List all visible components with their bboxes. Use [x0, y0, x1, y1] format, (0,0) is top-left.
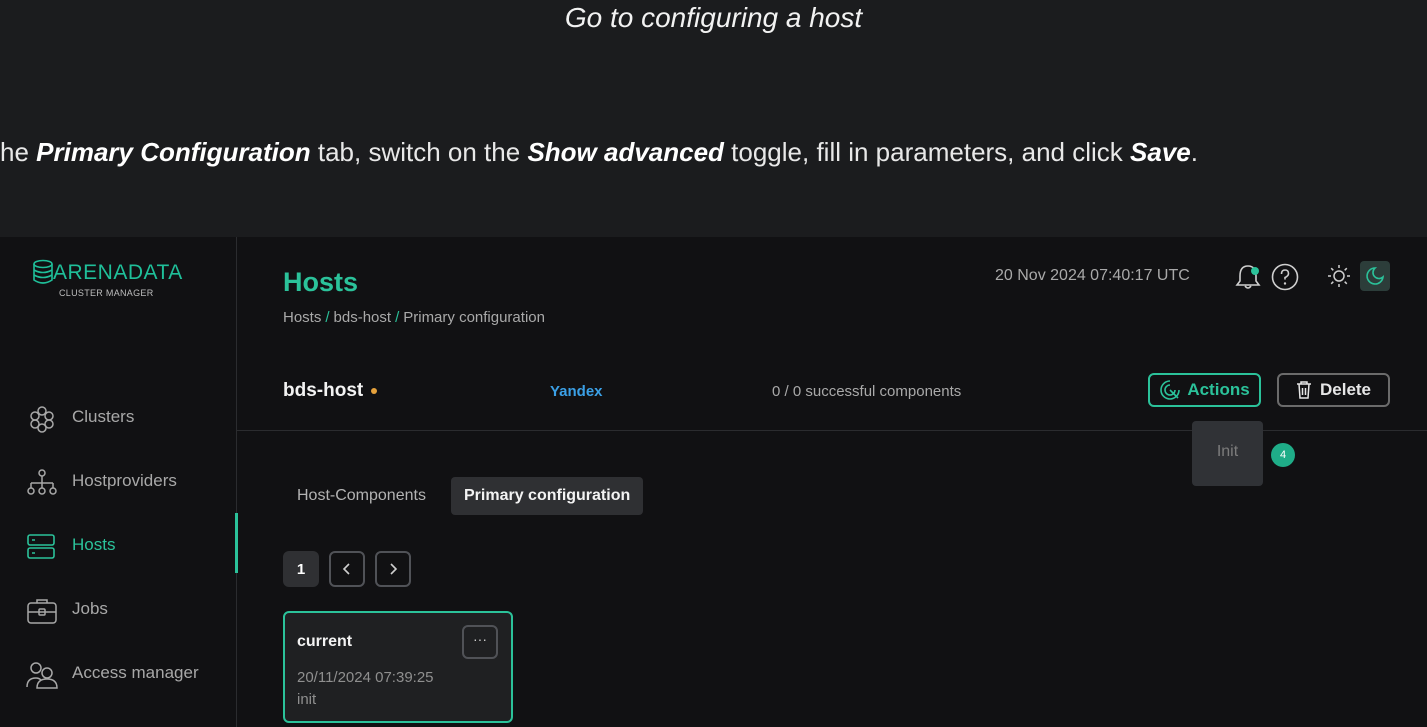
logo-wordmark: ARENADATA [53, 261, 183, 284]
caption-instruction: he Primary Configuration tab, switch on … [0, 137, 1198, 167]
sidebar-item-access-manager[interactable]: Access manager [0, 653, 236, 693]
breadcrumb-current: Primary configuration [403, 309, 545, 326]
sidebar-item-label: Jobs [72, 599, 108, 618]
sidebar-item-label: Hosts [72, 535, 116, 554]
dark-theme-button[interactable] [1360, 261, 1390, 291]
step-number-badge: 4 [1271, 443, 1295, 467]
sidebar-item-hostproviders[interactable]: Hostproviders [0, 461, 236, 501]
tab-host-components[interactable]: Host-Components [284, 477, 439, 515]
action-item-init[interactable]: Init [1192, 443, 1263, 461]
sidebar-item-label: Hostproviders [72, 471, 177, 490]
config-card-title: current [297, 633, 353, 650]
host-name-text: bds-host [283, 380, 364, 401]
logo[interactable]: ARENADATA CLUSTER MANAGER [33, 259, 203, 309]
actions-dropdown: Init [1192, 421, 1263, 486]
breadcrumb-separator: / [325, 309, 330, 326]
moon-icon [1366, 267, 1385, 285]
delete-label: Delete [1319, 380, 1372, 399]
components-status: 0 / 0 successful components [772, 383, 962, 400]
config-card-description: init [297, 691, 317, 708]
clusters-icon [30, 406, 54, 433]
sidebar-item-jobs[interactable]: Jobs [0, 589, 236, 629]
host-status-dot [371, 387, 378, 394]
light-theme-icon[interactable] [1327, 264, 1351, 288]
page-title: Hosts [283, 267, 359, 297]
hostproviders-icon [27, 469, 57, 495]
breadcrumb-link-host[interactable]: bds-host [334, 309, 392, 326]
sidebar-item-clusters[interactable]: Clusters [0, 397, 236, 437]
access-manager-icon [26, 662, 58, 689]
actions-icon [1160, 380, 1181, 400]
main-content: Hosts Hosts / bds-host / Primary configurati… [237, 237, 1427, 727]
chevron-left-icon [342, 563, 350, 575]
actions-button[interactable]: Actions [1148, 373, 1261, 407]
jobs-icon [27, 599, 57, 624]
hosts-icon [27, 534, 55, 559]
sidebar-item-hosts[interactable]: Hosts [0, 513, 238, 573]
page-button-current[interactable]: 1 [283, 551, 319, 587]
sidebar-item-label: Access manager [72, 663, 199, 682]
page-next-button[interactable] [375, 551, 411, 587]
breadcrumb: Hosts / bds-host / Primary configuration [283, 309, 545, 326]
sidebar-item-label: Clusters [72, 407, 135, 426]
page-prev-button[interactable] [329, 551, 365, 587]
config-card-menu-button[interactable]: ··· [462, 625, 498, 659]
host-provider-link[interactable]: Yandex [550, 383, 603, 400]
trash-icon [1296, 381, 1311, 399]
host-name: bds-host [283, 380, 378, 402]
server-datetime: 20 Nov 2024 07:40:17 UTC [995, 267, 1190, 284]
bell-icon[interactable] [1235, 263, 1261, 291]
sidebar: ARENADATA CLUSTER MANAGER Clusters Hostp… [0, 237, 238, 727]
breadcrumb-separator: / [395, 309, 400, 326]
logo-subtitle: CLUSTER MANAGER [59, 288, 154, 298]
actions-label: Actions [1187, 380, 1250, 399]
config-card-date: 20/11/2024 07:39:25 [297, 669, 434, 686]
logo-icon [33, 259, 53, 284]
chevron-right-icon [390, 563, 398, 575]
app-window: ARENADATA CLUSTER MANAGER Clusters Hostp… [0, 237, 1427, 727]
help-icon[interactable] [1271, 263, 1299, 291]
config-version-card[interactable]: current 20/11/2024 07:39:25 init ··· [283, 611, 513, 723]
breadcrumb-link-hosts[interactable]: Hosts [283, 309, 321, 326]
tab-primary-configuration[interactable]: Primary configuration [451, 477, 644, 515]
caption-title: Go to configuring a host [564, 2, 863, 33]
delete-button[interactable]: Delete [1277, 373, 1390, 407]
